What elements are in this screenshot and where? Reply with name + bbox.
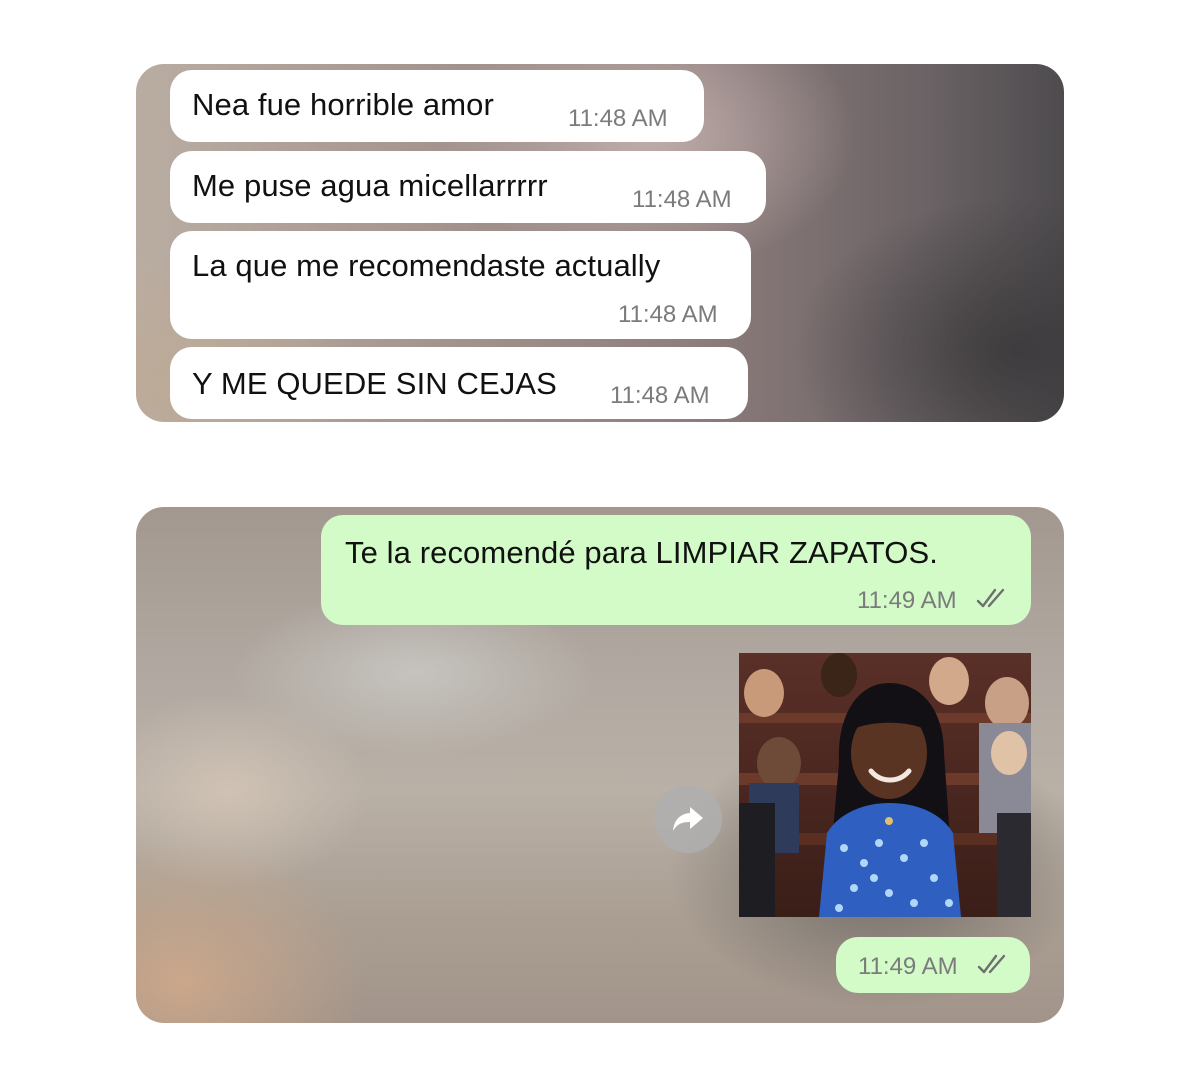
message-text: La que me recomendaste actually (192, 248, 661, 283)
double-check-read-icon (977, 954, 1006, 974)
message-timestamp: 11:48 AM (610, 382, 710, 409)
outgoing-message[interactable]: 11:49 AM (836, 937, 1030, 993)
incoming-message[interactable]: Me puse agua micellarrrrr 11:48 AM (170, 151, 766, 223)
message-timestamp: 11:48 AM (632, 186, 732, 213)
outgoing-message[interactable]: Te la recomendé para LIMPIAR ZAPATOS. 11… (321, 515, 1031, 625)
incoming-message[interactable]: Nea fue horrible amor 11:48 AM (170, 70, 704, 142)
message-timestamp: 11:48 AM (568, 105, 668, 132)
message-timestamp: 11:49 AM (858, 953, 958, 980)
incoming-message[interactable]: Y ME QUEDE SIN CEJAS 11:48 AM (170, 347, 748, 419)
message-text: Me puse agua micellarrrrr (192, 168, 548, 203)
gif-media[interactable] (739, 653, 1031, 917)
forward-arrow-icon (673, 807, 703, 831)
message-text: Te la recomendé para LIMPIAR ZAPATOS. (345, 535, 938, 570)
gif-image (739, 653, 1031, 917)
message-text: Nea fue horrible amor (192, 87, 494, 122)
incoming-message[interactable]: La que me recomendaste actually 11:48 AM (170, 231, 751, 339)
double-check-read-icon (976, 588, 1005, 608)
message-timestamp: 11:48 AM (618, 301, 718, 328)
message-text: Y ME QUEDE SIN CEJAS (192, 366, 557, 401)
forward-button[interactable] (654, 785, 722, 853)
message-timestamp: 11:49 AM (857, 587, 957, 614)
